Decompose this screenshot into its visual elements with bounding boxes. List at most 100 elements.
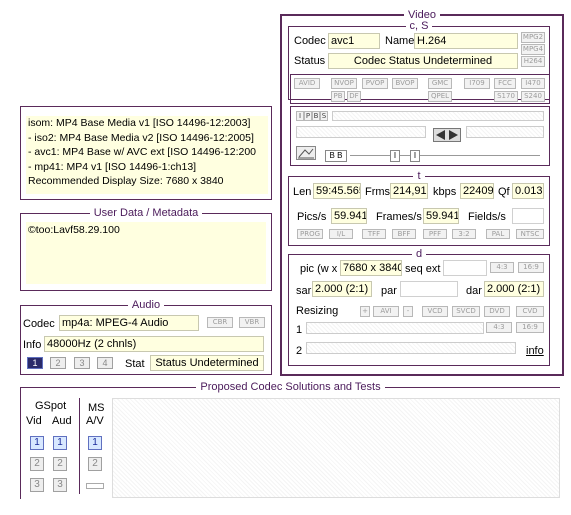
frame-type-b[interactable]: B (312, 111, 320, 121)
mpg4-button[interactable]: MPG4 (521, 44, 545, 55)
resize-dvd-button[interactable]: DVD (484, 306, 510, 317)
tff-button[interactable]: TFF (362, 229, 386, 239)
ar-16-9-button[interactable]: 16:9 (518, 262, 544, 273)
aud-solution-1[interactable]: 1 (53, 436, 67, 450)
seek-icon[interactable] (433, 128, 461, 142)
container-info-box: isom: MP4 Base Media v1 [ISO 14496-12:20… (26, 116, 268, 194)
df-button[interactable]: DF (347, 91, 361, 102)
frames-field: 59.941 (423, 208, 459, 224)
video-codec-label: Codec (294, 35, 326, 47)
info-link[interactable]: info (526, 344, 544, 358)
vid-solution-1[interactable]: 1 (30, 436, 44, 450)
audio-track-3[interactable]: 3 (74, 357, 90, 369)
il-button[interactable]: I/L (329, 229, 353, 239)
frame-type-p[interactable]: P (304, 111, 312, 121)
frms-field: 214,919 (390, 183, 428, 199)
resizing-label: Resizing (296, 305, 339, 317)
resize-row-2-bar (306, 342, 516, 354)
seq-ext-field (443, 260, 487, 276)
audio-track-2[interactable]: 2 (50, 357, 66, 369)
pvop-button[interactable]: PVOP (362, 78, 388, 89)
aud-label: Aud (52, 415, 72, 427)
pb-button[interactable]: PB (331, 91, 345, 102)
frame-timeline (350, 155, 540, 156)
fields-label: Fields/s (468, 211, 506, 223)
pal-button[interactable]: PAL (486, 229, 510, 239)
resize-row-1-label: 1 (296, 324, 303, 336)
row1-4-3-button[interactable]: 4:3 (486, 322, 512, 333)
video-name-field[interactable]: H.264 (414, 33, 518, 49)
container-line-4: - mp41: MP4 v1 [ISO 14496-1:ch13] (28, 160, 197, 173)
resize-minus-button[interactable]: - (403, 306, 413, 317)
audio-info-field: 48000Hz (2 chnls) (44, 336, 264, 352)
s240-button[interactable]: S240 (521, 91, 545, 102)
resize-vcd-button[interactable]: VCD (422, 306, 448, 317)
userdata-text: ©too:Lavf58.29.100 (28, 224, 120, 236)
dimensions-subgroup-title: d (411, 248, 427, 260)
i-marker-2-icon[interactable]: I (410, 150, 420, 162)
cbr-button[interactable]: CBR (207, 317, 233, 328)
container-line-1: isom: MP4 Base Media v1 [ISO 14496-12:20… (28, 117, 251, 129)
ms-solution-1[interactable]: 1 (88, 436, 102, 450)
qpel-button[interactable]: QPEL (428, 91, 452, 102)
vid-solution-2[interactable]: 2 (30, 457, 44, 471)
qf-label: Qf (498, 186, 510, 198)
i470-button[interactable]: I470 (521, 78, 545, 89)
bvop-button[interactable]: BVOP (392, 78, 418, 89)
ms-solution-2[interactable]: 2 (88, 457, 102, 471)
row1-16-9-button[interactable]: 16:9 (516, 322, 544, 333)
resize-cvd-button[interactable]: CVD (516, 306, 544, 317)
seq-ext-label: seq ext (405, 263, 441, 275)
audio-track-1[interactable]: 1 (27, 357, 43, 369)
pic-label: pic (w x (300, 263, 338, 275)
h264-button[interactable]: H264 (521, 56, 545, 67)
proposed-title: Proposed Codec Solutions and Tests (196, 381, 385, 393)
kbps-field: 22409 (460, 183, 494, 199)
resize-plus-button[interactable]: + (360, 306, 370, 317)
frame-type-s[interactable]: S (320, 111, 328, 121)
vbr-button[interactable]: VBR (239, 317, 265, 328)
i-marker-1-icon[interactable]: I (390, 150, 400, 162)
pulldown-button[interactable]: 3:2 (452, 229, 476, 239)
s170-button[interactable]: S170 (494, 91, 518, 102)
kbps-label: kbps (433, 186, 457, 198)
nvop-button[interactable]: NVOP (331, 78, 357, 89)
ms-label: MS (88, 402, 105, 414)
frms-label: Frms (365, 186, 391, 198)
vid-label: Vid (26, 415, 42, 427)
bff-button[interactable]: BFF (392, 229, 416, 239)
bb-marker-icon[interactable]: B B (325, 150, 347, 162)
resize-svcd-button[interactable]: SVCD (452, 306, 480, 317)
audio-stat-label: Stat (125, 358, 145, 370)
proposed-divider (79, 398, 80, 494)
mpg2-button[interactable]: MPG2 (521, 32, 545, 43)
ar-4-3-button[interactable]: 4:3 (490, 262, 514, 273)
codec-subgroup-title: c, S (405, 20, 433, 32)
prog-button[interactable]: PROG (297, 229, 323, 239)
vid-solution-3[interactable]: 3 (30, 478, 44, 492)
resize-row-1-bar (306, 322, 484, 334)
video-name-label: Name (385, 35, 415, 47)
aud-solution-2[interactable]: 2 (53, 457, 67, 471)
i709-button[interactable]: I709 (464, 78, 490, 89)
container-line-5: Recommended Display Size: 7680 x 3840 (28, 175, 224, 187)
aud-solution-3[interactable]: 3 (53, 478, 67, 492)
pff-button[interactable]: PFF (423, 229, 447, 239)
dar-field: 2.000 (2:1) (484, 281, 544, 297)
ntsc-button[interactable]: NTSC (516, 229, 544, 239)
video-status-label: Status (294, 55, 326, 67)
audio-track-4[interactable]: 4 (97, 357, 113, 369)
video-codec-field[interactable]: avc1 (328, 33, 380, 49)
frame-bar-1 (332, 111, 544, 121)
userdata-box: ©too:Lavf58.29.100 (26, 222, 266, 284)
resize-avi-button[interactable]: AVI (373, 306, 399, 317)
screenshot-icon[interactable] (296, 146, 316, 160)
frame-bar-3 (466, 126, 544, 138)
frame-bar-2 (296, 126, 426, 138)
sar-label: sar (296, 285, 312, 297)
frame-type-i[interactable]: I (296, 111, 304, 121)
fcc-button[interactable]: FCC (494, 78, 516, 89)
avid-button[interactable]: AVID (294, 78, 320, 89)
fields-field (512, 208, 544, 224)
gmc-button[interactable]: GMC (428, 78, 452, 89)
